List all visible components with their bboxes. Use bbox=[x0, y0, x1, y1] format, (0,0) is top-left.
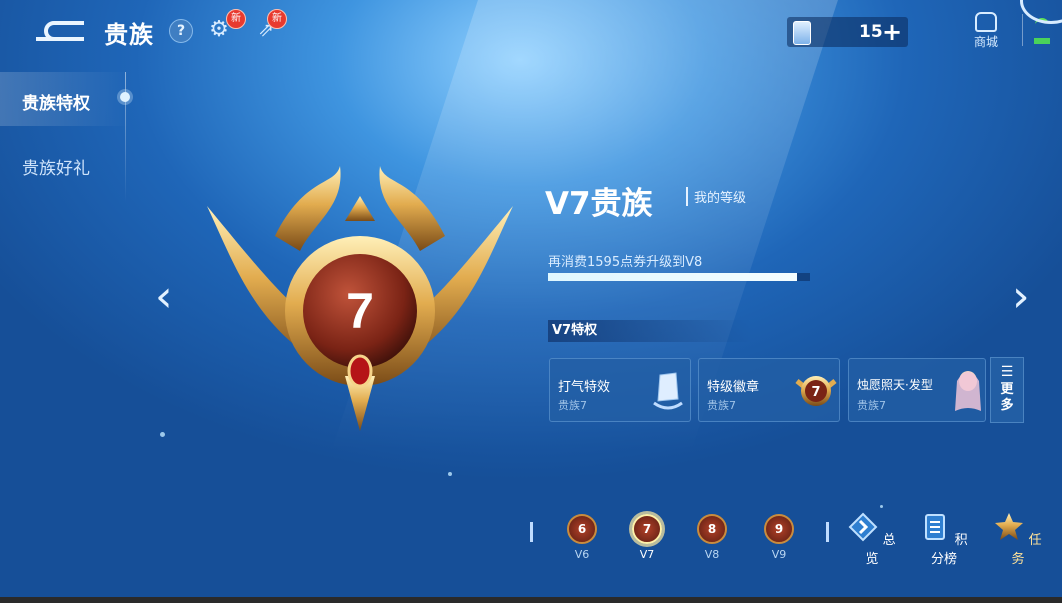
back-arrow-icon[interactable] bbox=[34, 18, 86, 44]
level-badge: 8 bbox=[697, 514, 727, 544]
nav-active-indicator bbox=[120, 92, 130, 102]
coupon-icon bbox=[793, 21, 811, 45]
badge-icon: 7 bbox=[795, 376, 837, 406]
tasks-icon bbox=[995, 513, 1024, 540]
coupon-balance: 15 + bbox=[787, 17, 908, 47]
level-item-v7[interactable]: 7 V7 bbox=[627, 514, 667, 561]
shop-icon bbox=[975, 12, 997, 32]
level-progress-bar bbox=[548, 273, 810, 281]
emblem-level-number: 7 bbox=[346, 283, 374, 339]
new-badge: 新 bbox=[267, 9, 287, 29]
privilege-tier: 贵族7 bbox=[857, 399, 886, 412]
level-label: V8 bbox=[704, 548, 720, 561]
level-badge: 7 bbox=[632, 514, 662, 544]
prev-level-arrow[interactable]: ‹ bbox=[155, 275, 173, 319]
overview-button[interactable]: 总览 bbox=[842, 512, 902, 567]
privilege-name: 特级徽章 bbox=[707, 380, 760, 395]
level-label: V9 bbox=[771, 548, 787, 561]
level-label: V6 bbox=[574, 548, 590, 561]
effect-icon bbox=[653, 372, 683, 410]
level-title: V7贵族 bbox=[545, 186, 653, 222]
privilege-name: 打气特效 bbox=[558, 380, 611, 395]
shop-button[interactable]: 商城 bbox=[966, 12, 1006, 50]
overview-icon bbox=[849, 512, 878, 542]
more-label: 更多 bbox=[1000, 382, 1014, 413]
noble-emblem: 7 bbox=[207, 166, 513, 431]
privilege-name: 烛愿照天·发型 bbox=[857, 378, 933, 392]
help-button[interactable]: ? bbox=[169, 19, 193, 43]
sparkle bbox=[160, 432, 165, 437]
next-level-arrow[interactable]: › bbox=[1012, 275, 1030, 319]
my-level-label: 我的等级 bbox=[686, 187, 746, 206]
more-privileges-button[interactable]: ☰ 更多 bbox=[990, 357, 1024, 423]
shop-label: 商城 bbox=[973, 35, 998, 49]
badge-icon-number: 7 bbox=[811, 385, 820, 400]
sparkle bbox=[448, 472, 452, 476]
new-badge: 新 bbox=[226, 9, 246, 29]
progress-fill bbox=[548, 273, 797, 281]
privilege-card[interactable]: 特级徽章 贵族7 7 bbox=[698, 358, 840, 422]
leaderboard-icon bbox=[925, 514, 946, 540]
privilege-tier: 贵族7 bbox=[558, 399, 587, 412]
level-label: V7 bbox=[639, 548, 655, 561]
level-badge: 9 bbox=[764, 514, 794, 544]
level-item-v6[interactable]: 6 V6 bbox=[562, 514, 602, 561]
divider bbox=[1022, 14, 1023, 46]
nav-item-privileges[interactable]: 贵族特权 bbox=[22, 89, 90, 114]
upgrade-hint: 再消费1595点券升级到V8 bbox=[548, 255, 703, 270]
privilege-card[interactable]: 打气特效 贵族7 bbox=[549, 358, 691, 422]
tasks-button[interactable]: 任务 bbox=[988, 512, 1048, 567]
hairstyle-icon bbox=[955, 371, 981, 411]
sparkle bbox=[880, 505, 883, 508]
bottom-strip bbox=[0, 597, 1062, 603]
privilege-tier: 贵族7 bbox=[707, 399, 736, 412]
level-item-v8[interactable]: 8 V8 bbox=[692, 514, 732, 561]
scroll-edge-right bbox=[826, 522, 829, 542]
nav-item-gifts[interactable]: 贵族好礼 bbox=[22, 154, 90, 179]
level-item-v9[interactable]: 9 V9 bbox=[759, 514, 799, 561]
level-badge: 6 bbox=[567, 514, 597, 544]
leaderboard-button[interactable]: 积分榜 bbox=[914, 512, 974, 567]
scroll-edge-left bbox=[530, 522, 533, 542]
coupon-count: 15 bbox=[859, 22, 883, 42]
avatar-frame[interactable] bbox=[1020, 0, 1062, 24]
privilege-heading: V7特权 bbox=[548, 320, 752, 342]
level-selector: 6 V6 7 V7 8 V8 9 V9 bbox=[528, 510, 833, 561]
add-coupon-button[interactable]: + bbox=[882, 17, 902, 47]
privilege-card[interactable]: 烛愿照天·发型 贵族7 bbox=[848, 358, 986, 422]
list-icon: ☰ bbox=[1000, 364, 1014, 380]
page-title: 贵族 bbox=[104, 21, 154, 49]
battery-icon bbox=[1034, 38, 1050, 44]
